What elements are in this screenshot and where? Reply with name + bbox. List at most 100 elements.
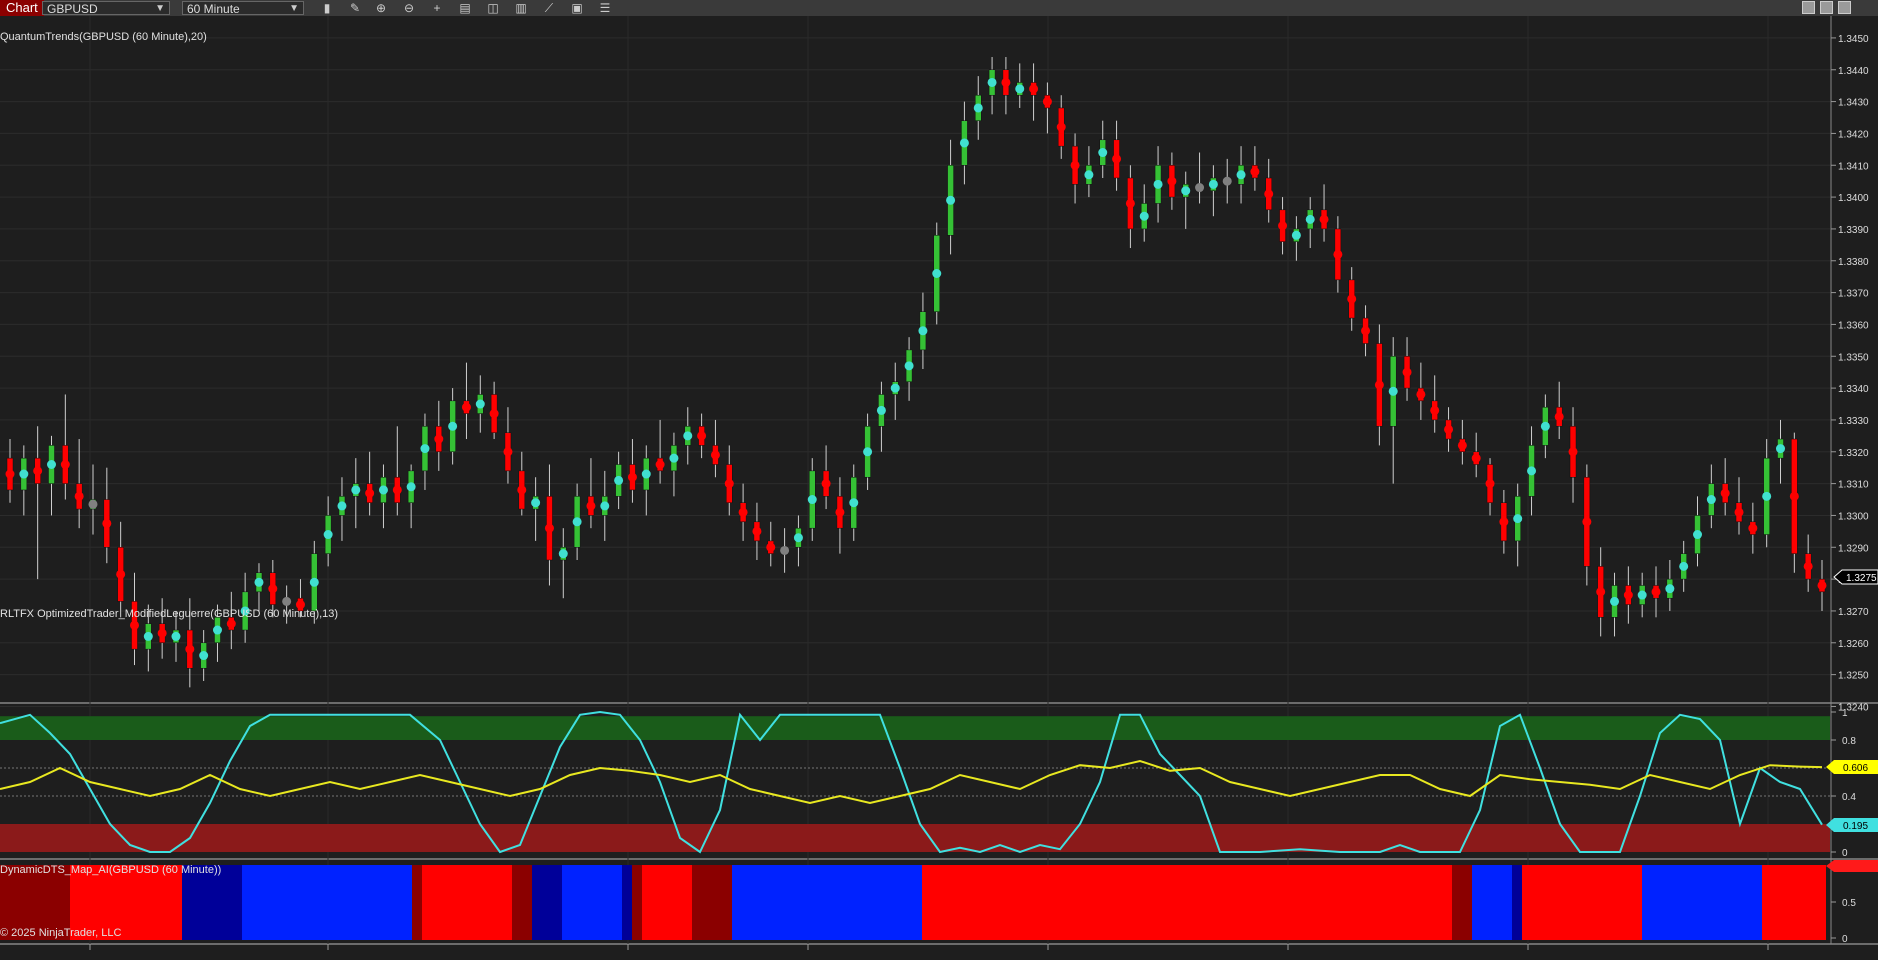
trend-dot <box>489 409 499 419</box>
trend-dot <box>1513 514 1523 524</box>
trend-dot <box>1333 249 1343 259</box>
price-tick-label: 1.3400 <box>1838 193 1869 204</box>
trend-dot <box>1084 170 1094 180</box>
overbought-zone <box>0 716 1830 740</box>
trend-dot <box>1402 367 1412 377</box>
price-tick-label: 1.3330 <box>1838 416 1869 427</box>
zoom-in-icon[interactable]: ⊕ <box>372 0 390 16</box>
trend-dot <box>448 421 458 431</box>
map-segment <box>1762 865 1826 940</box>
trend-dot <box>973 103 983 113</box>
trend-dot <box>558 549 568 559</box>
trend-dot <box>517 485 527 495</box>
trend-dot <box>959 138 969 148</box>
map-segment <box>642 865 692 940</box>
oscillator-tick-label: 0 <box>1842 848 1848 859</box>
chart-area[interactable]: QuantumTrends(GBPUSD (60 Minute),20) 1.3… <box>0 16 1878 960</box>
trend-dot <box>849 498 859 508</box>
cyan-value-marker: 0.195 <box>1826 818 1878 832</box>
map-segment <box>1522 865 1642 940</box>
trend-dot <box>1623 590 1633 600</box>
trend-dot <box>1540 421 1550 431</box>
map-value-marker <box>1826 860 1878 872</box>
chevron-down-icon: ▼ <box>155 3 165 14</box>
price-tick-label: 1.3340 <box>1838 384 1869 395</box>
trend-dot <box>60 460 70 470</box>
trend-dot <box>1125 198 1135 208</box>
price-tick-label: 1.3450 <box>1838 34 1869 45</box>
map-segment <box>922 865 1452 940</box>
trend-dot <box>780 545 790 555</box>
price-tick-label: 1.3370 <box>1838 289 1869 300</box>
trend-dot <box>531 498 541 508</box>
yellow-value-marker: 0.606 <box>1826 760 1878 774</box>
chart-background <box>0 16 1878 960</box>
price-tick-label: 1.3380 <box>1838 257 1869 268</box>
trend-dot <box>1568 447 1578 457</box>
properties-icon[interactable]: ▤ <box>456 0 474 16</box>
last-price-marker: 1.3275 <box>1833 569 1878 585</box>
trend-dot <box>461 402 471 412</box>
interval-selector[interactable]: 60 Minute ▼ <box>182 1 304 16</box>
trend-dot <box>1416 389 1426 399</box>
cyan-value-label: 0.195 <box>1843 821 1868 832</box>
crosshair-icon[interactable]: + <box>428 0 446 16</box>
trend-dot <box>1582 517 1592 527</box>
trend-dot <box>309 577 319 587</box>
trend-dot <box>600 501 610 511</box>
trend-dot <box>392 485 402 495</box>
trend-dot <box>1693 530 1703 540</box>
interval-value: 60 Minute <box>187 2 240 16</box>
chart-tab[interactable]: Chart <box>0 0 44 16</box>
restore-button[interactable] <box>1838 1 1851 14</box>
map-segment <box>622 865 632 940</box>
trend-dot <box>807 495 817 505</box>
trend-dot <box>337 501 347 511</box>
trend-dot <box>1029 84 1039 94</box>
zoom-out-icon[interactable]: ⊖ <box>400 0 418 16</box>
map-segment <box>1642 865 1762 940</box>
trend-dot <box>378 485 388 495</box>
pencil-icon[interactable]: ✎ <box>346 0 364 16</box>
trend-dot <box>1374 380 1384 390</box>
trend-dot <box>1347 294 1357 304</box>
indicators-icon[interactable]: ▥ <box>512 0 530 16</box>
trend-dot <box>1734 507 1744 517</box>
trend-dot <box>641 469 651 479</box>
price-tick-label: 1.3350 <box>1838 352 1869 363</box>
drawing-tools-icon[interactable]: ⟋ <box>540 0 558 16</box>
trend-dot <box>1319 214 1329 224</box>
map-segment <box>1452 865 1472 940</box>
trend-dot <box>724 479 734 489</box>
maximize-button[interactable] <box>1820 1 1833 14</box>
trend-dot <box>1499 517 1509 527</box>
trend-dot <box>1444 424 1454 434</box>
trend-dot <box>1720 488 1730 498</box>
price-tick-label: 1.3420 <box>1838 129 1869 140</box>
trend-dot <box>1098 148 1108 158</box>
trend-dot <box>987 77 997 87</box>
trend-dot <box>1706 495 1716 505</box>
trend-dot <box>1430 405 1440 415</box>
trend-dot <box>669 453 679 463</box>
strategies-icon[interactable]: ◫ <box>484 0 502 16</box>
map-segment <box>182 865 242 940</box>
trend-dot <box>1153 179 1163 189</box>
data-box-icon[interactable]: ▣ <box>568 0 586 16</box>
map-segment <box>632 865 642 940</box>
dts-map-panel: 10.50 <box>0 860 1878 945</box>
trend-dot <box>185 644 195 654</box>
trend-dot <box>365 488 375 498</box>
price-tick-label: 1.3250 <box>1838 671 1869 682</box>
minimize-button[interactable] <box>1802 1 1815 14</box>
bar-type-icon[interactable]: ▮ <box>318 0 336 16</box>
trend-dot <box>1789 491 1799 501</box>
oscillator-tick-label: 0.4 <box>1842 792 1856 803</box>
trend-dot <box>863 447 873 457</box>
map-segment <box>1472 865 1512 940</box>
trend-dot <box>282 596 292 606</box>
trend-dot <box>586 501 596 511</box>
trend-dot <box>475 399 485 409</box>
instrument-selector[interactable]: GBPUSD ▼ <box>42 1 170 16</box>
list-icon[interactable]: ☰ <box>596 0 614 16</box>
